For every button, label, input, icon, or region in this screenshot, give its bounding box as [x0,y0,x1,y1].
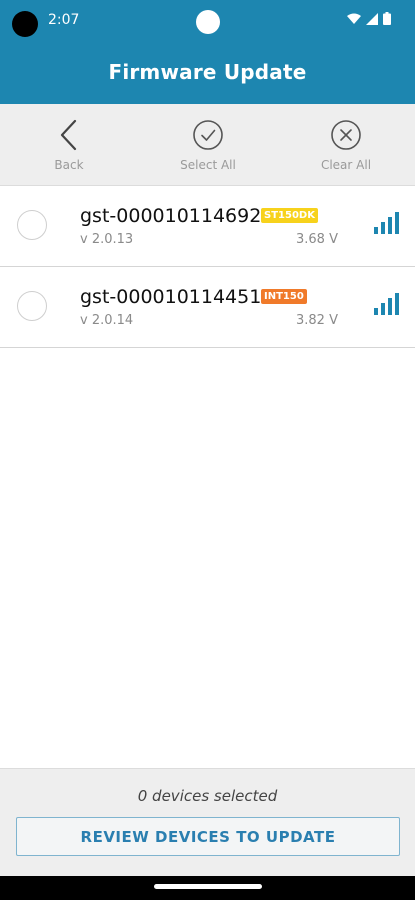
signal-strength-icon [374,293,400,320]
page-title: Firmware Update [108,60,307,84]
wifi-icon [347,12,361,30]
device-type-badge: ST150DK [261,208,318,223]
device-type-badge: INT150 [261,289,307,304]
status-icons [347,12,391,30]
device-row[interactable]: gst-000010114692 ST150DK v 2.0.13 3.68 V [0,186,415,267]
app-header: 2:07 Firmware Update [0,0,415,104]
camera-cutout [12,11,38,37]
review-devices-button[interactable]: REVIEW DEVICES TO UPDATE [16,817,400,856]
firmware-version: v 2.0.13 [80,232,134,247]
cell-signal-icon [366,12,378,30]
system-nav-bar [0,876,415,900]
status-time: 2:07 [48,12,80,28]
front-camera [196,10,220,34]
toolbar: Back Select All Clear All [0,104,415,186]
status-bar: 2:07 [0,0,415,40]
clear-all-label: Clear All [320,158,372,172]
select-all-label: Select All [180,158,236,172]
device-name: gst-000010114451 [80,286,262,308]
device-select-radio[interactable] [17,291,47,321]
device-row[interactable]: gst-000010114451 INT150 v 2.0.14 3.82 V [0,267,415,348]
selected-count: 0 devices selected [137,787,278,805]
screen: 2:07 Firmware Update Back Select All Cle… [0,0,415,900]
battery-icon [383,12,391,30]
back-button[interactable]: Back [19,104,119,186]
battery-voltage: 3.68 V [296,232,338,247]
close-circle-icon [330,119,362,156]
home-indicator[interactable] [154,884,262,889]
clear-all-button[interactable]: Clear All [296,104,396,186]
firmware-version: v 2.0.14 [80,313,134,328]
signal-strength-icon [374,212,400,239]
device-name: gst-000010114692 [80,205,262,227]
select-all-button[interactable]: Select All [158,104,258,186]
footer: 0 devices selected REVIEW DEVICES TO UPD… [0,768,415,876]
check-circle-icon [192,119,224,156]
battery-voltage: 3.82 V [296,313,338,328]
back-label: Back [54,158,84,172]
device-select-radio[interactable] [17,210,47,240]
chevron-left-icon [59,119,79,156]
